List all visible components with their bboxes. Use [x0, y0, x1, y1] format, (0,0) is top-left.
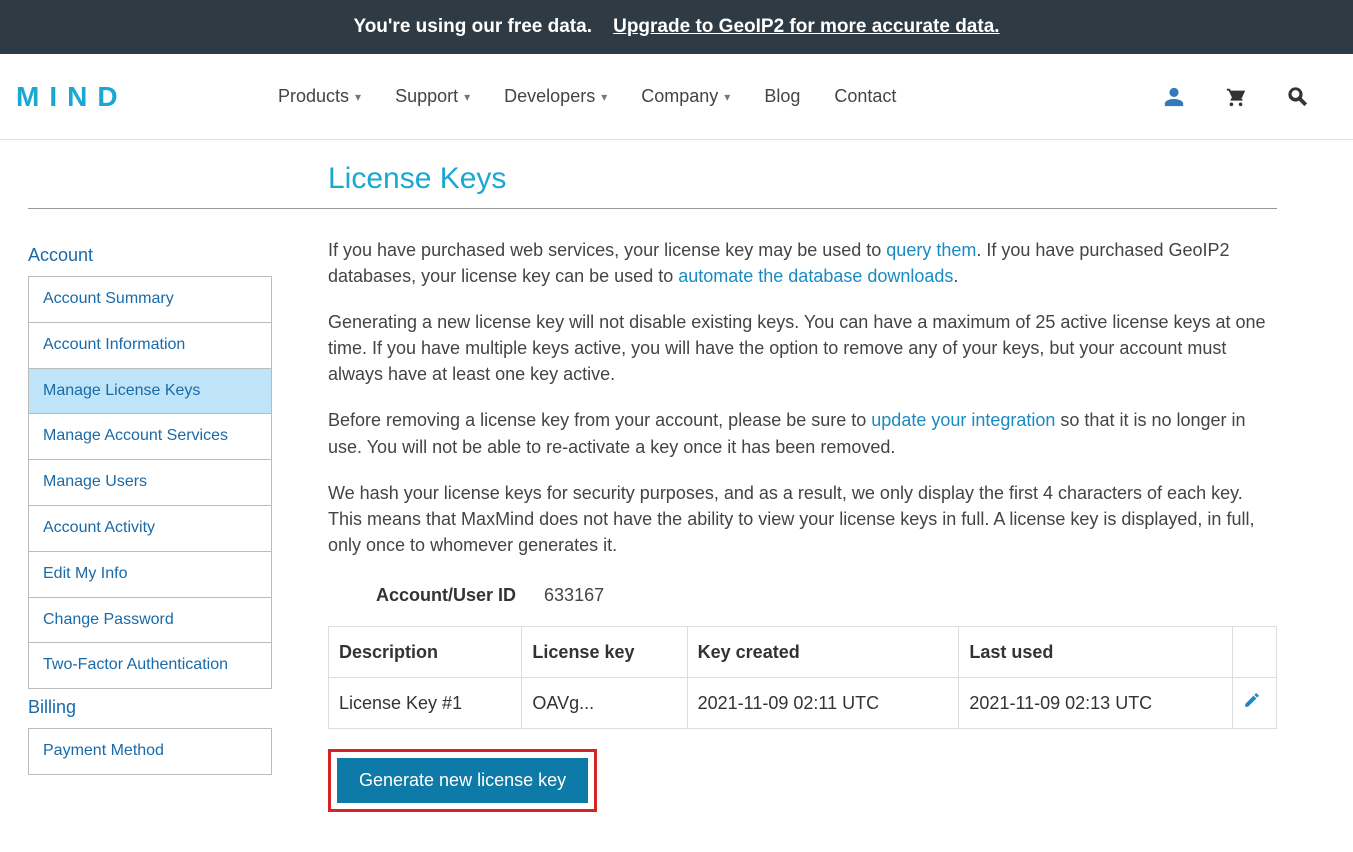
nav-company-label: Company — [641, 86, 718, 107]
logo[interactable]: MIND — [16, 81, 256, 113]
nav-company[interactable]: Company ▾ — [641, 86, 730, 107]
th-key-created: Key created — [687, 627, 959, 678]
intro-p1: If you have purchased web services, your… — [328, 237, 1277, 289]
title-divider — [28, 208, 1277, 209]
page-body: License Keys Account Account Summary Acc… — [0, 140, 1353, 852]
sidebar-account-list: Account Summary Account Information Mana… — [28, 276, 272, 689]
th-description: Description — [329, 627, 522, 678]
page-header: License Keys — [28, 140, 1277, 209]
nav-contact-label: Contact — [834, 86, 896, 107]
nav-links: Products▾ Support▾ Developers▾ Company▾ … — [278, 86, 896, 107]
sidebar-item-edit-my-info[interactable]: Edit My Info — [29, 552, 271, 598]
cell-license-key: OAVg... — [522, 678, 687, 729]
intro-p3: Before removing a license key from your … — [328, 407, 1277, 459]
cell-key-created: 2021-11-09 02:11 UTC — [687, 678, 959, 729]
account-id-row: Account/User ID 633167 — [376, 582, 1277, 608]
sidebar-item-change-password[interactable]: Change Password — [29, 598, 271, 644]
intro-p1-text-a: If you have purchased web services, your… — [328, 240, 886, 260]
chevron-down-icon: ▾ — [464, 90, 470, 104]
intro-p4: We hash your license keys for security p… — [328, 480, 1277, 558]
banner-upgrade-link[interactable]: Upgrade to GeoIP2 for more accurate data… — [613, 16, 999, 37]
layout: Account Account Summary Account Informat… — [28, 237, 1277, 812]
top-nav: MIND Products ▾ Support ▾ Developers ▾ Comp… — [0, 54, 1353, 140]
sidebar-item-manage-users[interactable]: Manage Users — [29, 460, 271, 506]
sidebar-item-account-information[interactable]: Account Information — [29, 323, 271, 369]
nav-contact[interactable]: Contact — [834, 86, 896, 107]
license-keys-table: Description License key Key created Last… — [328, 626, 1277, 729]
cell-description: License Key #1 — [329, 678, 522, 729]
chevron-down-icon: ▾ — [601, 90, 607, 104]
sidebar-item-payment-method[interactable]: Payment Method — [29, 729, 271, 774]
chevron-down-icon: ▾ — [355, 90, 361, 104]
sidebar-billing-list: Payment Method — [28, 728, 272, 775]
link-update-integration[interactable]: update your integration — [871, 410, 1055, 430]
banner-prefix: You're using our free data. — [353, 16, 592, 37]
nav-support[interactable]: Support ▾ — [395, 86, 470, 107]
nav-products[interactable]: Products ▾ — [278, 86, 361, 107]
generate-license-key-button[interactable]: Generate new license key — [337, 758, 588, 803]
nav-icons — [1163, 86, 1337, 108]
nav-developers-label: Developers — [504, 86, 595, 107]
pencil-icon — [1243, 691, 1261, 709]
sidebar: Account Account Summary Account Informat… — [28, 237, 272, 812]
link-query-them[interactable]: query them — [886, 240, 976, 260]
nav-blog[interactable]: Blog — [764, 86, 800, 107]
cart-icon[interactable] — [1225, 86, 1247, 108]
sidebar-heading-account: Account — [28, 245, 272, 266]
search-icon[interactable] — [1287, 86, 1309, 108]
cell-last-used: 2021-11-09 02:13 UTC — [959, 678, 1233, 729]
sidebar-heading-billing: Billing — [28, 697, 272, 718]
upgrade-banner: You're using our free data. Upgrade to G… — [0, 0, 1353, 54]
page-title: License Keys — [328, 162, 1277, 196]
sidebar-item-manage-account-services[interactable]: Manage Account Services — [29, 414, 271, 460]
nav-support-label: Support — [395, 86, 458, 107]
content: If you have purchased web services, your… — [328, 237, 1277, 812]
link-automate-downloads[interactable]: automate the database downloads — [678, 266, 953, 286]
th-license-key: License key — [522, 627, 687, 678]
nav-developers[interactable]: Developers ▾ — [504, 86, 607, 107]
th-actions — [1233, 627, 1277, 678]
generate-highlight: Generate new license key — [328, 749, 597, 812]
account-id-value: 633167 — [544, 582, 604, 608]
table-row: License Key #1 OAVg... 2021-11-09 02:11 … — [329, 678, 1277, 729]
sidebar-item-manage-license-keys[interactable]: Manage License Keys — [29, 369, 271, 415]
user-icon[interactable] — [1163, 86, 1185, 108]
sidebar-item-account-activity[interactable]: Account Activity — [29, 506, 271, 552]
intro-p2: Generating a new license key will not di… — [328, 309, 1277, 387]
cell-edit[interactable] — [1233, 678, 1277, 729]
th-last-used: Last used — [959, 627, 1233, 678]
account-id-label: Account/User ID — [376, 582, 516, 608]
sidebar-item-account-summary[interactable]: Account Summary — [29, 277, 271, 323]
sidebar-item-two-factor-auth[interactable]: Two-Factor Authentication — [29, 643, 271, 688]
nav-blog-label: Blog — [764, 86, 800, 107]
intro-p1-text-c: . — [953, 266, 958, 286]
nav-products-label: Products — [278, 86, 349, 107]
table-header-row: Description License key Key created Last… — [329, 627, 1277, 678]
chevron-down-icon: ▾ — [724, 90, 730, 104]
intro-p3-text-a: Before removing a license key from your … — [328, 410, 871, 430]
